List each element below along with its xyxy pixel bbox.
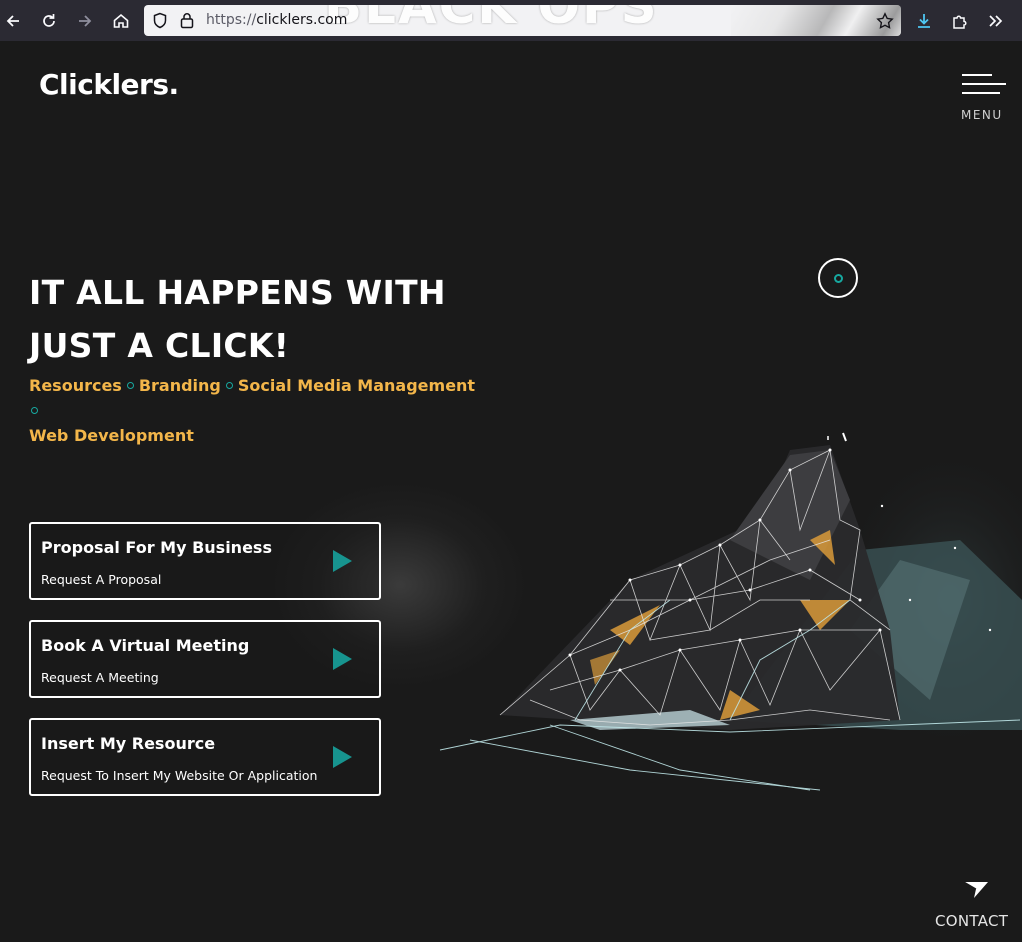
star-icon[interactable] bbox=[876, 12, 894, 30]
url-text[interactable]: https://clicklers.com bbox=[206, 12, 347, 28]
lock-icon[interactable] bbox=[180, 12, 194, 29]
forward-icon bbox=[79, 15, 92, 27]
home-icon bbox=[113, 13, 129, 28]
overflow-icon bbox=[989, 15, 1003, 27]
contact-link[interactable]: CONTACT bbox=[935, 912, 1008, 930]
card-subtitle: Request To Insert My Website Or Applicat… bbox=[41, 768, 318, 783]
card-subtitle: Request A Proposal bbox=[41, 572, 162, 587]
separator-dot-icon bbox=[126, 382, 134, 389]
home-button[interactable] bbox=[108, 8, 134, 34]
browser-toolbar: BLACK OPS https://clicklers.com bbox=[0, 0, 1022, 41]
service-social-media[interactable]: Social Media Management bbox=[238, 376, 475, 395]
separator-dot-icon bbox=[31, 407, 38, 414]
service-branding[interactable]: Branding bbox=[139, 376, 221, 395]
ghost-banner: BLACK OPS bbox=[324, 5, 659, 35]
card-insert-resource[interactable]: Insert My Resource Request To Insert My … bbox=[29, 718, 381, 796]
scroll-indicator[interactable] bbox=[818, 258, 858, 298]
send-icon[interactable] bbox=[962, 880, 990, 900]
play-icon bbox=[333, 648, 352, 670]
shield-icon[interactable] bbox=[152, 12, 168, 29]
hero-headline-line2: JUST A CLICK! bbox=[29, 326, 290, 365]
menu-label[interactable]: MENU bbox=[961, 108, 1003, 122]
card-title: Book A Virtual Meeting bbox=[41, 636, 250, 655]
back-button[interactable] bbox=[0, 8, 26, 34]
services-list: Resources Branding Social Media Management… bbox=[29, 373, 479, 448]
service-web-development[interactable]: Web Development bbox=[29, 426, 194, 445]
card-title: Proposal For My Business bbox=[41, 538, 272, 557]
url-scheme: https:// bbox=[206, 12, 257, 28]
hero-headline: IT ALL HAPPENS WITH JUST A CLICK! bbox=[29, 266, 446, 372]
card-title: Insert My Resource bbox=[41, 734, 216, 753]
play-icon bbox=[333, 550, 352, 572]
reload-button[interactable] bbox=[36, 8, 62, 34]
play-icon bbox=[333, 746, 352, 768]
downloads-button[interactable] bbox=[911, 8, 937, 34]
card-proposal[interactable]: Proposal For My Business Request A Propo… bbox=[29, 522, 381, 600]
extensions-icon bbox=[953, 15, 967, 29]
url-host: clicklers.com bbox=[256, 12, 348, 28]
address-bar[interactable]: BLACK OPS https://clicklers.com bbox=[144, 5, 901, 36]
site-logo[interactable]: Clicklers. bbox=[39, 68, 179, 101]
extensions-button[interactable] bbox=[947, 8, 973, 34]
reload-icon bbox=[43, 14, 55, 27]
overflow-button[interactable] bbox=[983, 8, 1009, 34]
card-subtitle: Request A Meeting bbox=[41, 670, 159, 685]
card-virtual-meeting[interactable]: Book A Virtual Meeting Request A Meeting bbox=[29, 620, 381, 698]
download-icon bbox=[918, 14, 930, 28]
forward-button[interactable] bbox=[72, 8, 98, 34]
hero-headline-line1: IT ALL HAPPENS WITH bbox=[29, 273, 446, 312]
back-icon bbox=[6, 15, 19, 27]
separator-dot-icon bbox=[225, 382, 233, 389]
service-resources[interactable]: Resources bbox=[29, 376, 122, 395]
